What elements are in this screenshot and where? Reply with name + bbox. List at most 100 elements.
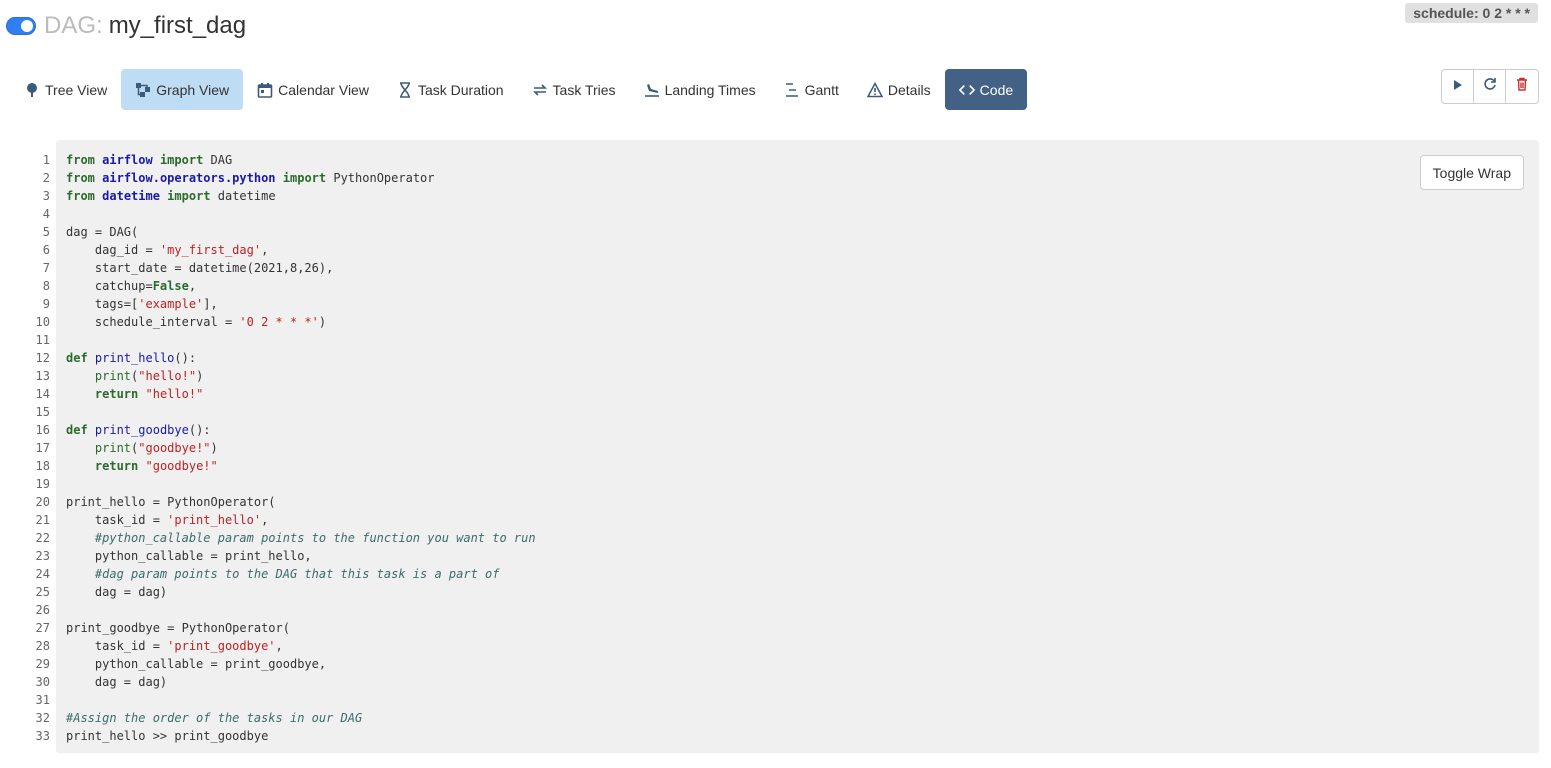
tab-calendar-view[interactable]: Calendar View xyxy=(243,69,383,110)
code-icon xyxy=(958,82,975,98)
dag-title: my_first_dag xyxy=(108,12,247,39)
line-number: 30 xyxy=(35,675,50,689)
code-line: print("hello!") xyxy=(94,369,204,383)
gantt-icon xyxy=(784,82,800,98)
line-number: 12 xyxy=(35,351,50,365)
retry-icon xyxy=(532,82,548,98)
line-number: 1 xyxy=(42,153,50,167)
code-line: print("goodbye!") xyxy=(94,441,218,455)
code-line: #python_callable param points to the fun… xyxy=(94,531,536,545)
schedule-value: 0 2 * * * xyxy=(1482,5,1530,21)
code-panel: 1 2 3 4 5 6 7 8 9 10 11 12 13 14 15 16 17 18 19 20 21 22 23 24 2… xyxy=(36,140,1539,753)
dag-header: DAG: my_first_dag xyxy=(6,10,246,42)
tab-label: Tree View xyxy=(45,81,108,98)
line-number: 10 xyxy=(35,315,50,329)
code-line: #dag param points to the DAG that this t… xyxy=(94,567,500,581)
line-number: 20 xyxy=(35,495,50,509)
tab-label: Graph View xyxy=(156,81,230,98)
line-number: 11 xyxy=(35,333,50,347)
tab-landing-times[interactable]: Landing Times xyxy=(630,69,770,110)
line-number: 32 xyxy=(35,711,50,725)
line-number: 29 xyxy=(35,657,50,671)
line-number: 6 xyxy=(42,243,50,257)
line-number: 16 xyxy=(35,423,50,437)
line-number: 25 xyxy=(35,585,50,599)
code-line: dag = DAG( xyxy=(66,225,139,239)
code-line: return "goodbye!" xyxy=(94,459,218,473)
tab-label: Landing Times xyxy=(664,81,756,98)
view-tabs: Tree View Graph View Calendar View Task … xyxy=(10,69,1028,110)
tab-details[interactable]: Details xyxy=(853,69,945,110)
line-number: 24 xyxy=(35,567,50,581)
line-number: 18 xyxy=(35,459,50,473)
code-line: return "hello!" xyxy=(94,387,204,401)
code-line: catchup=False, xyxy=(66,279,197,293)
tab-gantt[interactable]: Gantt xyxy=(770,69,853,110)
code-line: start_date = datetime(2021,8,26), xyxy=(66,261,334,275)
tab-task-duration[interactable]: Task Duration xyxy=(383,69,518,110)
dag-pause-toggle[interactable] xyxy=(6,17,36,35)
code-line: def print_goodbye(): xyxy=(66,423,211,437)
tab-label: Gantt xyxy=(804,81,839,98)
line-number: 23 xyxy=(35,549,50,563)
tab-tree-view[interactable]: Tree View xyxy=(10,69,121,110)
toggle-wrap-button[interactable]: Toggle Wrap xyxy=(1419,155,1524,190)
code-line: dag = dag) xyxy=(66,675,168,689)
warning-triangle-icon xyxy=(866,81,883,98)
line-number: 7 xyxy=(42,261,50,275)
code-line: tags=['example'], xyxy=(66,297,218,311)
line-number: 3 xyxy=(42,189,50,203)
line-number: 5 xyxy=(42,225,50,239)
refresh-dag-button[interactable] xyxy=(1474,70,1506,103)
code-line: from datetime import datetime xyxy=(66,189,276,203)
delete-dag-button[interactable] xyxy=(1506,70,1538,103)
schedule-badge: schedule: 0 2 * * * xyxy=(1405,3,1538,23)
code-line: from airflow.operators.python import Pyt… xyxy=(66,171,435,185)
code-line: dag = dag) xyxy=(66,585,168,599)
tab-label: Calendar View xyxy=(278,81,369,98)
tab-graph-view[interactable]: Graph View xyxy=(121,69,244,110)
trigger-dag-button[interactable] xyxy=(1442,70,1474,103)
code-line: task_id = 'print_goodbye', xyxy=(66,639,283,653)
line-number: 26 xyxy=(35,603,50,617)
code-line: schedule_interval = '0 2 * * *') xyxy=(66,315,327,329)
tab-code[interactable]: Code xyxy=(944,69,1028,110)
line-number: 13 xyxy=(35,369,50,383)
dag-prefix-label: DAG: xyxy=(44,12,103,39)
graph-icon xyxy=(135,82,151,98)
code-line: task_id = 'print_hello', xyxy=(66,513,269,527)
code-block[interactable]: from airflow import DAG from airflow.ope… xyxy=(66,151,536,745)
tab-label: Task Tries xyxy=(552,81,616,98)
dag-actions xyxy=(1441,69,1539,104)
tab-label: Task Duration xyxy=(417,81,504,98)
code-line: print_hello >> print_goodbye xyxy=(66,729,269,743)
line-number: 28 xyxy=(35,639,50,653)
code-line: from airflow import DAG xyxy=(66,153,233,167)
schedule-label: schedule: xyxy=(1413,5,1479,21)
code-line: print_hello = PythonOperator( xyxy=(66,495,276,509)
tree-icon xyxy=(24,82,40,98)
play-icon xyxy=(1453,78,1463,96)
code-line: print_goodbye = PythonOperator( xyxy=(66,621,290,635)
tab-label: Details xyxy=(887,81,931,98)
tab-task-tries[interactable]: Task Tries xyxy=(518,69,630,110)
line-number: 15 xyxy=(35,405,50,419)
line-number: 8 xyxy=(42,279,50,293)
line-number: 14 xyxy=(35,387,50,401)
refresh-icon xyxy=(1483,77,1497,96)
line-number: 19 xyxy=(35,477,50,491)
line-number: 17 xyxy=(35,441,50,455)
tab-label: Code xyxy=(979,81,1014,98)
code-line: dag_id = 'my_first_dag', xyxy=(66,243,269,257)
line-number: 33 xyxy=(35,729,50,743)
trash-icon xyxy=(1516,77,1528,96)
landing-icon xyxy=(644,82,660,98)
code-line: def print_hello(): xyxy=(66,351,197,365)
code-line: python_callable = print_goodbye, xyxy=(66,657,327,671)
line-number: 21 xyxy=(35,513,50,527)
